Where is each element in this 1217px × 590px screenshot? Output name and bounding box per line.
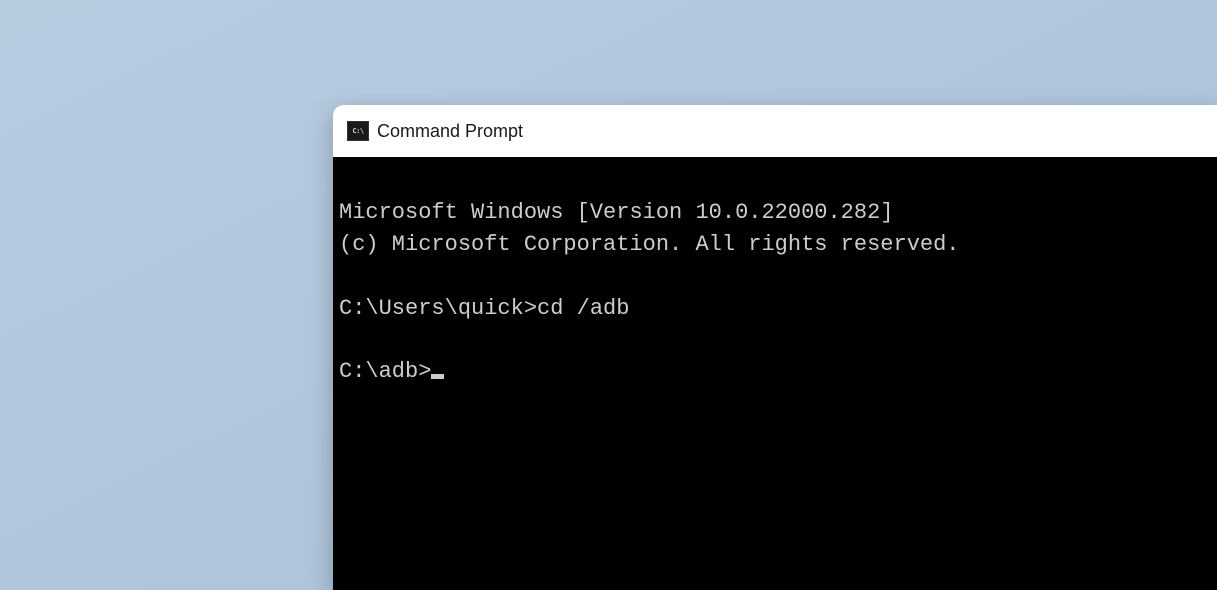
command-prompt-window: C:\ Command Prompt Microsoft Windows [Ve… [333, 105, 1217, 590]
titlebar[interactable]: C:\ Command Prompt [333, 105, 1217, 157]
prompt-line-2: C:\adb> [339, 356, 1211, 388]
command-1: cd /adb [537, 296, 629, 321]
window-title: Command Prompt [377, 121, 523, 142]
cursor [431, 374, 444, 379]
command-prompt-icon-text: C:\ [352, 128, 363, 135]
version-line: Microsoft Windows [Version 10.0.22000.28… [339, 200, 894, 225]
prompt-2: C:\adb> [339, 356, 431, 388]
command-prompt-icon: C:\ [347, 121, 369, 141]
copyright-line: (c) Microsoft Corporation. All rights re… [339, 232, 960, 257]
prompt-line-1: C:\Users\quick>cd /adb [339, 296, 629, 321]
prompt-1: C:\Users\quick> [339, 296, 537, 321]
terminal-output[interactable]: Microsoft Windows [Version 10.0.22000.28… [333, 157, 1217, 460]
